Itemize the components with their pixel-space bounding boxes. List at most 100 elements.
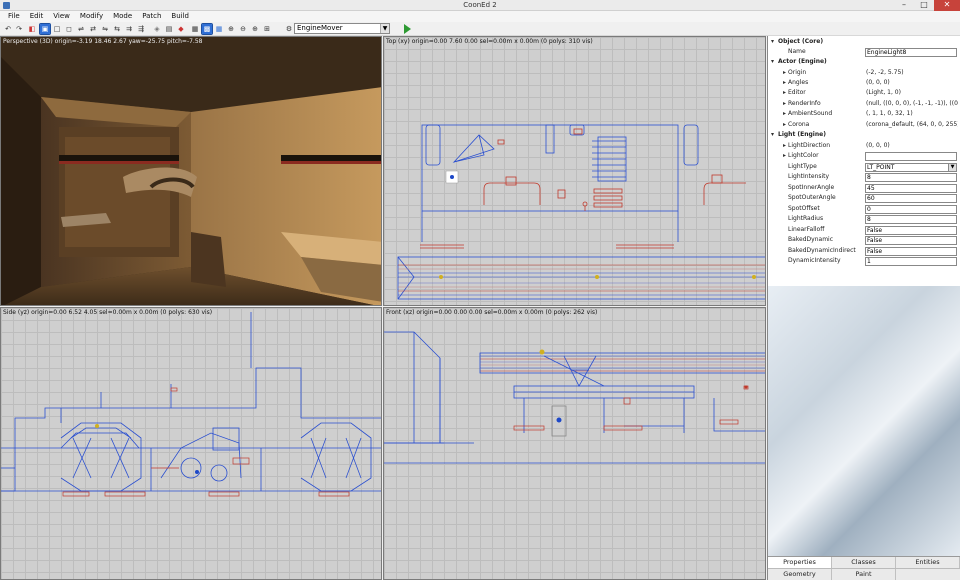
zoom-in-icon[interactable]: ⊕ <box>226 24 236 34</box>
dynamicintensity-field[interactable]: 1 <box>865 257 957 266</box>
property-renderinfo[interactable]: ▸ RenderInfo (null, ((0, 0, 0), (-1, -1,… <box>768 99 960 110</box>
tab-geometry[interactable]: Geometry <box>768 569 832 580</box>
property-corona[interactable]: ▸ Corona (corona_default, (64, 0, 0, 255… <box>768 120 960 131</box>
menu-patch[interactable]: Patch <box>137 11 166 22</box>
brush-icon[interactable]: ◈ <box>152 24 162 34</box>
property-lighttype: LightType LT_POINT ▼ <box>768 162 960 173</box>
side-viewport-header: Side (yz) origin=0.00 6.52 4.05 sel=0.00… <box>3 309 213 316</box>
menu-modify[interactable]: Modify <box>75 11 108 22</box>
spotinnerangle-field[interactable]: 45 <box>865 184 957 193</box>
tab-classes[interactable]: Classes <box>832 557 896 568</box>
menu-build[interactable]: Build <box>166 11 194 22</box>
property-angles[interactable]: ▸ Angles (0, 0, 0) <box>768 78 960 89</box>
collapse-icon[interactable]: ▾ <box>771 130 774 140</box>
section-actor[interactable]: ▾ Actor (Engine) <box>768 57 960 68</box>
zoom-all-icon[interactable]: ⊕ <box>250 24 260 34</box>
mirror-icon[interactable]: ⇄ <box>88 24 98 34</box>
entity-class-value: EngineMover <box>297 24 343 32</box>
side-view-brushes <box>1 312 381 497</box>
entity-class-icon: ⚙ <box>285 25 293 33</box>
panel-background <box>768 286 960 556</box>
expand-icon[interactable]: ▸ <box>783 99 786 109</box>
texture-icon[interactable]: ◆ <box>176 24 186 34</box>
title-bar: CoonEd 2 – □ ✕ <box>0 0 960 11</box>
property-lightradius: LightRadius 8 <box>768 214 960 225</box>
panel-tabs-secondary: Geometry Paint <box>768 568 960 580</box>
property-spotoffset: SpotOffset 0 <box>768 204 960 215</box>
snap-grid-icon[interactable]: ▩ <box>201 23 213 35</box>
name-field[interactable]: EngineLight8 <box>865 48 957 57</box>
grid-size-icon[interactable]: ▦ <box>190 24 200 34</box>
merge-icon[interactable]: ⇉ <box>124 24 134 34</box>
chevron-down-icon[interactable]: ▼ <box>380 24 389 33</box>
properties-panel: ▾ Object (Core) Name EngineLight8 ▾ Acto… <box>767 36 960 580</box>
hollow-icon[interactable]: ▤ <box>164 24 174 34</box>
side-viewport[interactable]: Side (yz) origin=0.00 6.52 4.05 sel=0.00… <box>0 307 382 580</box>
top-viewport[interactable]: Top (xy) origin=0.00 7.60 0.00 sel=0.00m… <box>383 36 766 306</box>
paste-icon[interactable]: ◧ <box>27 24 37 34</box>
clip-icon[interactable]: ⇌ <box>76 24 86 34</box>
front-viewport[interactable]: Front (xz) origin=0.00 0.00 0.00 sel=0.0… <box>383 307 766 580</box>
entity-class-select[interactable]: EngineMover ▼ <box>294 23 390 34</box>
show-grid-icon[interactable]: ▦ <box>214 24 224 34</box>
property-lightintensity: LightIntensity 8 <box>768 172 960 183</box>
chevron-down-icon[interactable]: ▼ <box>948 164 956 171</box>
expand-icon[interactable]: ▸ <box>783 141 786 151</box>
expand-icon[interactable]: ▸ <box>783 68 786 78</box>
perspective-viewport-header: Perspective (3D) origin=-3.19 18.46 2.67… <box>3 38 203 45</box>
property-lightdirection[interactable]: ▸ LightDirection (0, 0, 0) <box>768 141 960 152</box>
menu-edit[interactable]: Edit <box>25 11 49 22</box>
expand-icon[interactable]: ▸ <box>783 109 786 119</box>
property-editor[interactable]: ▸ Editor (Light, 1, 0) <box>768 88 960 99</box>
expand-icon[interactable]: ▸ <box>783 78 786 88</box>
top-viewport-header: Top (xy) origin=0.00 7.60 0.00 sel=0.00m… <box>386 38 593 45</box>
expand-icon[interactable]: ▸ <box>783 88 786 98</box>
menu-file[interactable]: File <box>3 11 25 22</box>
front-viewport-header: Front (xz) origin=0.00 0.00 0.00 sel=0.0… <box>386 309 598 316</box>
flip-icon[interactable]: ⇋ <box>100 24 110 34</box>
split-icon[interactable]: ⇶ <box>136 24 146 34</box>
property-bakeddynamicindirect: BakedDynamicIndirect False <box>768 246 960 257</box>
bakeddynamic-field[interactable]: False <box>865 236 957 245</box>
property-dynamicintensity: DynamicIntensity 1 <box>768 256 960 267</box>
box-icon[interactable]: □ <box>52 24 62 34</box>
perspective-viewport[interactable]: Perspective (3D) origin=-3.19 18.46 2.67… <box>0 36 382 306</box>
bakeddynamicindirect-field[interactable]: False <box>865 247 957 256</box>
minimize-icon[interactable]: – <box>894 0 914 11</box>
collapse-icon[interactable]: ▾ <box>771 37 774 47</box>
play-icon[interactable] <box>404 24 411 34</box>
section-object[interactable]: ▾ Object (Core) <box>768 37 960 48</box>
center-icon[interactable]: ⊞ <box>262 24 272 34</box>
perspective-scene <box>1 37 381 305</box>
redo-icon[interactable]: ↷ <box>14 24 24 34</box>
panel-tabs: Properties Classes Entities <box>768 556 960 568</box>
expand-icon[interactable]: ▸ <box>783 151 786 161</box>
spotoffset-field[interactable]: 0 <box>865 205 957 214</box>
rotate-icon[interactable]: ⇆ <box>112 24 122 34</box>
property-origin[interactable]: ▸ Origin (-2, -2, 5.75) <box>768 68 960 79</box>
property-ambientsound[interactable]: ▸ AmbientSound (, 1, 1, 0, 32, 1) <box>768 109 960 120</box>
close-icon[interactable]: ✕ <box>934 0 960 11</box>
tab-paint[interactable]: Paint <box>832 569 896 580</box>
menu-view[interactable]: View <box>48 11 75 22</box>
lighttype-select[interactable]: LT_POINT ▼ <box>865 163 957 172</box>
lightintensity-field[interactable]: 8 <box>865 173 957 182</box>
tab-entities[interactable]: Entities <box>896 557 960 568</box>
select-mode-icon[interactable]: ▣ <box>39 23 51 35</box>
zoom-out-icon[interactable]: ⊖ <box>238 24 248 34</box>
lightradius-field[interactable]: 8 <box>865 215 957 224</box>
tab-properties[interactable]: Properties <box>768 557 832 568</box>
lightcolor-field[interactable] <box>865 152 957 161</box>
property-spotinnerangle: SpotInnerAngle 45 <box>768 183 960 194</box>
collapse-icon[interactable]: ▾ <box>771 57 774 67</box>
expand-icon[interactable]: ▸ <box>783 120 786 130</box>
section-light[interactable]: ▾ Light (Engine) <box>768 130 960 141</box>
undo-icon[interactable]: ↶ <box>3 24 13 34</box>
property-lightcolor: ▸ LightColor <box>768 151 960 162</box>
front-view-brushes <box>384 331 765 464</box>
linearfalloff-field[interactable]: False <box>865 226 957 235</box>
menu-mode[interactable]: Mode <box>108 11 137 22</box>
spotouterangle-field[interactable]: 60 <box>865 194 957 203</box>
maximize-icon[interactable]: □ <box>914 0 934 11</box>
vertex-icon[interactable]: ◻ <box>64 24 74 34</box>
